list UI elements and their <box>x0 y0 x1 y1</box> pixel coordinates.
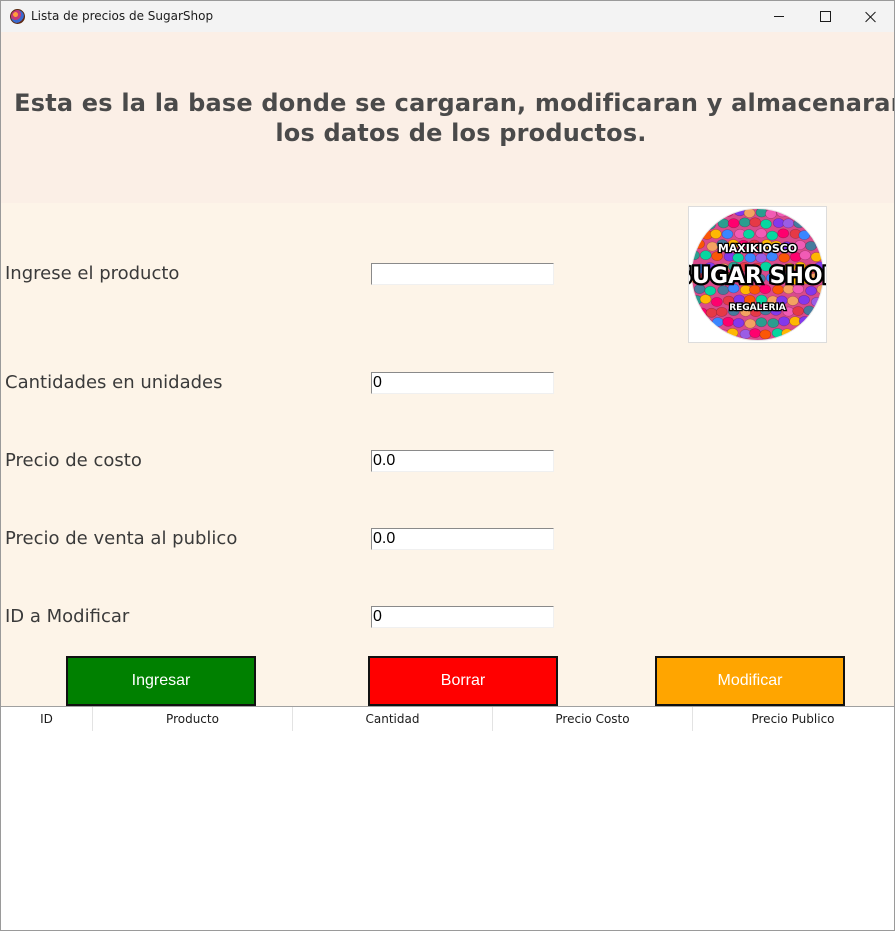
header-banner: Esta es la la base donde se cargaran, mo… <box>1 32 894 203</box>
producto-label: Ingrese el producto <box>5 263 180 284</box>
maximize-button[interactable] <box>802 1 848 32</box>
precio-costo-label: Precio de costo <box>5 450 142 471</box>
precio-costo-input[interactable] <box>371 450 554 472</box>
column-header-cantidad[interactable]: Cantidad <box>293 707 492 731</box>
table-header: ID Producto Cantidad Precio Costo Precio… <box>1 707 894 731</box>
column-header-precio-publico[interactable]: Precio Publico <box>693 707 893 731</box>
id-modificar-label: ID a Modificar <box>5 606 130 627</box>
cantidad-label: Cantidades en unidades <box>5 372 223 393</box>
logo-bottom-text: REGALERIA <box>729 303 786 313</box>
close-button[interactable] <box>848 1 894 32</box>
ingresar-button[interactable]: Ingresar <box>66 656 256 706</box>
products-table[interactable]: ID Producto Cantidad Precio Costo Precio… <box>1 706 894 930</box>
logo-top-text: MAXIKIOSCO <box>718 242 797 255</box>
maximize-icon <box>819 11 831 22</box>
minimize-icon <box>774 16 784 17</box>
producto-input[interactable] <box>371 263 554 285</box>
window-title: Lista de precios de SugarShop <box>31 9 214 23</box>
id-modificar-input[interactable] <box>371 606 554 628</box>
page-title-line-1: Esta es la la base donde se cargaran, mo… <box>14 89 895 117</box>
column-header-precio-costo[interactable]: Precio Costo <box>493 707 692 731</box>
precio-venta-label: Precio de venta al publico <box>5 528 238 549</box>
title-bar[interactable]: Lista de precios de SugarShop <box>1 1 894 32</box>
precio-venta-input[interactable] <box>371 528 554 550</box>
cantidad-input[interactable] <box>371 372 554 394</box>
close-icon <box>865 11 877 23</box>
sugar-shop-logo: MAXIKIOSCO SUGAR SHOP REGALERIA <box>688 206 827 343</box>
column-header-id[interactable]: ID <box>1 707 92 731</box>
logo-main-text: SUGAR SHOP <box>689 264 826 289</box>
app-window: Lista de precios de SugarShop Esta es la… <box>0 0 895 931</box>
modificar-button[interactable]: Modificar <box>655 656 845 706</box>
candy-app-icon <box>10 9 25 24</box>
page-title: Esta es la la base donde se cargaran, mo… <box>11 88 895 148</box>
page-title-line-2: los datos de los productos. <box>275 119 647 147</box>
minimize-button[interactable] <box>756 1 802 32</box>
column-header-producto[interactable]: Producto <box>93 707 292 731</box>
borrar-button[interactable]: Borrar <box>368 656 558 706</box>
